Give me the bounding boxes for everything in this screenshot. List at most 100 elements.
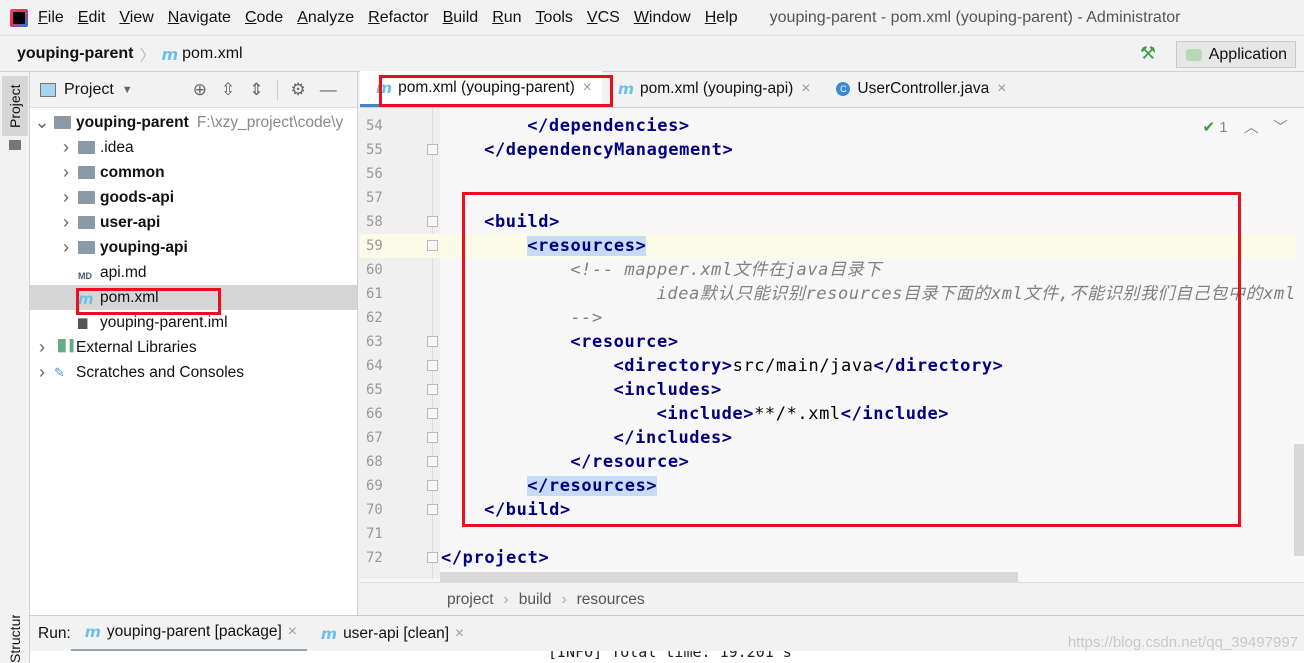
code-line: <resources> bbox=[527, 234, 647, 258]
nav-project[interactable]: youping-parent bbox=[17, 45, 133, 63]
fold-marker-icon[interactable] bbox=[427, 360, 438, 371]
chevron-right-icon[interactable]: › bbox=[54, 137, 78, 158]
application-icon bbox=[1185, 49, 1202, 61]
chevron-right-icon[interactable]: › bbox=[54, 237, 78, 258]
xml-tag: <directory> bbox=[613, 356, 733, 376]
tree-item[interactable]: › .idea bbox=[30, 135, 357, 160]
fold-marker-icon[interactable] bbox=[427, 480, 438, 491]
chevron-down-icon[interactable]: ▼ bbox=[122, 84, 133, 96]
fold-marker-icon[interactable] bbox=[427, 552, 438, 563]
tree-item[interactable]: ▆ youping-parent.iml bbox=[30, 310, 357, 335]
tab-pom-xml-youping-parent-[interactable]: m pom.xml (youping-parent) × bbox=[360, 71, 602, 107]
fold-marker-icon[interactable] bbox=[427, 504, 438, 515]
menu-edit[interactable]: Edit bbox=[78, 9, 106, 27]
tree-item[interactable]: › goods-api bbox=[30, 185, 357, 210]
tree-item[interactable]: › ▐▌▌ External Libraries bbox=[30, 335, 357, 360]
menu-tools[interactable]: Tools bbox=[536, 9, 573, 27]
editor: m pom.xml (youping-parent) × m pom.xml (youp… bbox=[360, 71, 1304, 615]
tree-item[interactable]: ⌄ youping-parent F:\xzy_project\code\y bbox=[30, 110, 357, 135]
chevron-up-icon[interactable]: ︿ bbox=[1244, 119, 1259, 136]
menu-refactor[interactable]: Refactor bbox=[368, 9, 428, 27]
code-line: <directory>src/main/java</directory> bbox=[613, 354, 1003, 378]
fold-marker-icon[interactable] bbox=[427, 432, 438, 443]
build-hammer-icon[interactable]: ⚒ bbox=[1140, 43, 1156, 64]
collapse-all-icon[interactable]: ⇕ bbox=[249, 80, 263, 100]
console-output: [INFO] Total time: 19.201 s bbox=[30, 651, 1304, 663]
line-number: 66 bbox=[366, 406, 383, 422]
tree-item[interactable]: › user-api bbox=[30, 210, 357, 235]
nav-file[interactable]: pom.xml bbox=[182, 45, 242, 63]
close-icon[interactable]: × bbox=[583, 79, 592, 97]
comment: <!-- mapper.xml文件在java目录下 bbox=[570, 260, 882, 280]
horizontal-scrollbar[interactable] bbox=[440, 572, 1018, 582]
menu-analyze[interactable]: Analyze bbox=[297, 9, 354, 27]
chevron-right-icon[interactable]: › bbox=[54, 162, 78, 183]
fold-marker-icon[interactable] bbox=[427, 336, 438, 347]
breadcrumb: project › build › resources bbox=[360, 582, 1304, 615]
chevron-right-icon[interactable]: › bbox=[54, 187, 78, 208]
run-tab[interactable]: m youping-parent [package] × bbox=[70, 616, 307, 652]
run-configuration-selector[interactable]: Application bbox=[1175, 41, 1296, 68]
project-tool-button[interactable]: Project bbox=[2, 76, 28, 136]
window-title: youping-parent - pom.xml (youping-parent… bbox=[769, 8, 1181, 26]
locate-icon[interactable]: ⊕ bbox=[193, 80, 207, 100]
breadcrumb-item[interactable]: project bbox=[447, 591, 494, 608]
fold-marker-icon[interactable] bbox=[427, 216, 438, 227]
structure-tool-button[interactable]: Structure bbox=[2, 615, 28, 663]
menu-build[interactable]: Build bbox=[443, 9, 479, 27]
run-tab[interactable]: m user-api [clean] × bbox=[307, 616, 474, 652]
tree-item-label: youping-parent.iml bbox=[100, 313, 228, 331]
chevron-right-icon[interactable]: › bbox=[30, 337, 54, 358]
chevron-right-icon[interactable]: › bbox=[54, 212, 78, 233]
file-icon: ▆ bbox=[78, 315, 88, 329]
maven-icon: m bbox=[161, 44, 179, 64]
menu-window[interactable]: Window bbox=[634, 9, 691, 27]
fold-marker-icon[interactable] bbox=[427, 384, 438, 395]
fold-marker-icon[interactable] bbox=[427, 240, 438, 251]
fold-marker-icon[interactable] bbox=[427, 144, 438, 155]
breadcrumb-item[interactable]: build bbox=[519, 591, 552, 608]
close-icon[interactable]: × bbox=[801, 80, 810, 98]
chevron-down-icon[interactable]: ﹀ bbox=[1273, 119, 1288, 136]
menu-vcs[interactable]: VCS bbox=[587, 9, 620, 27]
tree-item-label: youping-parent bbox=[76, 113, 189, 131]
tree-item[interactable]: MD api.md bbox=[30, 260, 357, 285]
chevron-right-icon[interactable]: › bbox=[30, 362, 54, 383]
project-view-selector[interactable]: Project bbox=[64, 81, 114, 99]
tree-item[interactable]: › ✎ Scratches and Consoles bbox=[30, 360, 357, 385]
tree-item[interactable]: › common bbox=[30, 160, 357, 185]
fold-marker-icon[interactable] bbox=[427, 408, 438, 419]
tree-item[interactable]: › youping-api bbox=[30, 235, 357, 260]
tree-item-label: goods-api bbox=[100, 188, 175, 206]
close-icon[interactable]: × bbox=[455, 625, 464, 643]
vertical-scrollbar[interactable] bbox=[1294, 444, 1304, 556]
code-area[interactable]: 54 </dependencies> 55 </dependencyManagemen… bbox=[360, 108, 1296, 579]
inspection-widget[interactable]: ✔ 1 ︿ ﹀ bbox=[1203, 116, 1288, 137]
expand-all-icon[interactable]: ⇳ bbox=[221, 80, 235, 100]
code-line: </resource> bbox=[570, 450, 689, 474]
close-icon[interactable]: × bbox=[288, 623, 297, 641]
menu-view[interactable]: View bbox=[119, 9, 153, 27]
breadcrumb-item[interactable]: resources bbox=[577, 591, 645, 608]
xml-tag: </project> bbox=[441, 548, 550, 568]
menu-code[interactable]: Code bbox=[245, 9, 283, 27]
maven-icon: m bbox=[617, 80, 634, 98]
line-number: 56 bbox=[366, 166, 383, 182]
close-icon[interactable]: × bbox=[997, 80, 1006, 98]
menu-file[interactable]: File bbox=[38, 9, 64, 27]
gear-icon[interactable]: ⚙ bbox=[277, 79, 306, 100]
fold-marker-icon[interactable] bbox=[427, 456, 438, 467]
current-line-highlight bbox=[360, 234, 1296, 258]
chevron-down-icon[interactable]: ⌄ bbox=[30, 112, 54, 133]
menu-run[interactable]: Run bbox=[492, 9, 521, 27]
maven-icon: m bbox=[78, 290, 94, 308]
tab-usercontroller-java[interactable]: C UserController.java × bbox=[820, 71, 1016, 107]
menu-help[interactable]: Help bbox=[705, 9, 738, 27]
tree-item[interactable]: m pom.xml bbox=[30, 285, 357, 310]
hide-icon[interactable]: — bbox=[320, 80, 337, 100]
menu-navigate[interactable]: Navigate bbox=[168, 9, 231, 27]
run-tab-label: user-api [clean] bbox=[343, 624, 450, 642]
nav-separator: 〉 bbox=[139, 48, 156, 65]
tab-pom-xml-youping-api-[interactable]: m pom.xml (youping-api) × bbox=[602, 71, 821, 107]
line-number: 69 bbox=[366, 478, 383, 494]
